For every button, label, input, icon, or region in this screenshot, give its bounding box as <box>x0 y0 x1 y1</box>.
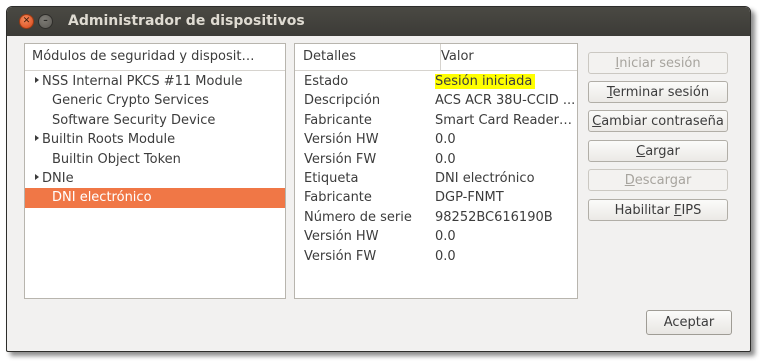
detail-row[interactable]: Número de serie 98252BC616190B <box>295 208 577 227</box>
accept-button[interactable]: Aceptar <box>646 310 732 335</box>
logout-button[interactable]: Terminar sesión <box>588 81 728 103</box>
close-window-button[interactable]: ✕ <box>19 14 34 29</box>
tree-item-dnie[interactable]: DNIe <box>25 169 285 188</box>
detail-key: Versión HW <box>304 132 379 148</box>
details-list: Estado Sesión iniciada Descripción ACS ACR… <box>295 72 577 266</box>
detail-value: ACS ACR 38U-CCID ... <box>435 93 575 109</box>
detail-key: Descripción <box>304 93 381 109</box>
detail-key: Estado <box>304 74 349 89</box>
button-label-post: erminar sesión <box>612 85 710 100</box>
tree-item-software-security[interactable]: Software Security Device <box>25 111 285 130</box>
detail-value: DNI electrónico <box>435 170 535 186</box>
tree-item-generic-crypto[interactable]: Generic Crypto Services <box>25 91 285 110</box>
detail-key: Fabricante <box>304 190 372 206</box>
tree-item-label: Generic Crypto Services <box>52 93 209 109</box>
detail-row[interactable]: Fabricante DGP-FNMT <box>295 188 577 207</box>
tree-item-label: Builtin Object Token <box>52 151 181 167</box>
detail-key: Etiqueta <box>304 170 359 186</box>
tree-item-label: Software Security Device <box>52 112 216 128</box>
detail-row[interactable]: Versión FW 0.0 <box>295 150 577 169</box>
enable-fips-button[interactable]: Habilitar FIPS <box>588 199 728 221</box>
detail-key: Fabricante <box>304 112 372 128</box>
minimize-icon: – <box>43 16 48 26</box>
tree-item-label: NSS Internal PKCS #11 Module <box>42 74 243 89</box>
login-button[interactable]: Iniciar sesión <box>588 52 728 74</box>
close-icon: ✕ <box>22 16 31 26</box>
tree-item-label: DNI electrónico <box>52 190 152 206</box>
minimize-window-button[interactable]: – <box>38 14 53 29</box>
button-label-pre: Habilitar <box>614 203 674 218</box>
detail-key: Versión HW <box>304 229 379 245</box>
detail-row[interactable]: Versión HW 0.0 <box>295 227 577 246</box>
window-title: Administrador de dispositivos <box>68 13 305 29</box>
modules-tree-panel: Módulos de seguridad y disposit… NSS Int… <box>24 43 286 299</box>
button-mnemonic: C <box>636 144 646 159</box>
button-label-post: ambiar contraseña <box>601 114 724 129</box>
detail-value: 98252BC616190B <box>435 209 553 225</box>
button-label-post: IPS <box>681 203 702 218</box>
detail-value: Smart Card Reader… <box>435 112 573 128</box>
button-mnemonic: C <box>592 114 602 129</box>
tree-item-nss-internal[interactable]: NSS Internal PKCS #11 Module <box>25 72 285 91</box>
button-label-post: niciar sesión <box>619 56 701 71</box>
detail-value-wrap: Sesión iniciada <box>435 72 575 91</box>
detail-row[interactable]: Versión FW 0.0 <box>295 247 577 266</box>
expander-arrow-icon[interactable] <box>35 173 39 180</box>
value-column-header[interactable]: Valor <box>441 44 577 71</box>
tree-item-label: Builtin Roots Module <box>42 132 176 148</box>
detail-row[interactable]: Estado Sesión iniciada <box>295 72 577 91</box>
tree-item-builtin-roots[interactable]: Builtin Roots Module <box>25 130 285 149</box>
detail-value: 0.0 <box>435 132 456 148</box>
detail-row[interactable]: Descripción ACS ACR 38U-CCID ... <box>295 91 577 110</box>
expander-arrow-icon[interactable] <box>35 77 39 83</box>
details-column-header[interactable]: Detalles <box>295 44 441 71</box>
detail-row[interactable]: Versión HW 0.0 <box>295 130 577 149</box>
detail-value: DGP-FNMT <box>435 190 504 206</box>
button-mnemonic: D <box>624 173 635 188</box>
detail-value: 0.0 <box>435 248 456 264</box>
button-label-post: argar <box>645 144 680 159</box>
detail-key: Versión FW <box>304 248 377 264</box>
detail-row[interactable]: Etiqueta DNI electrónico <box>295 169 577 188</box>
load-button[interactable]: Cargar <box>588 140 728 162</box>
detail-key: Versión FW <box>304 151 377 167</box>
button-label-post: escargar <box>634 173 692 188</box>
modules-tree: NSS Internal PKCS #11 Module Generic Cry… <box>25 72 285 208</box>
detail-row[interactable]: Fabricante Smart Card Reader… <box>295 111 577 130</box>
detail-value: 0.0 <box>435 229 456 245</box>
unload-button[interactable]: Descargar <box>588 169 728 191</box>
expander-arrow-icon[interactable] <box>35 135 39 142</box>
detail-value: 0.0 <box>435 151 456 167</box>
title-bar: ✕ – Administrador de dispositivos <box>7 7 750 36</box>
tree-item-builtin-token[interactable]: Builtin Object Token <box>25 150 285 169</box>
change-password-button[interactable]: Cambiar contraseña <box>588 110 728 132</box>
modules-column-header[interactable]: Módulos de seguridad y disposit… <box>25 44 285 71</box>
tree-item-dni-electronico[interactable]: DNI electrónico <box>25 188 285 208</box>
details-panel: Detalles Valor Estado Sesión iniciada Des… <box>294 43 578 299</box>
detail-value-highlighted: Sesión iniciada <box>435 74 536 89</box>
detail-key: Número de serie <box>304 209 412 225</box>
tree-item-label: DNIe <box>42 170 74 186</box>
